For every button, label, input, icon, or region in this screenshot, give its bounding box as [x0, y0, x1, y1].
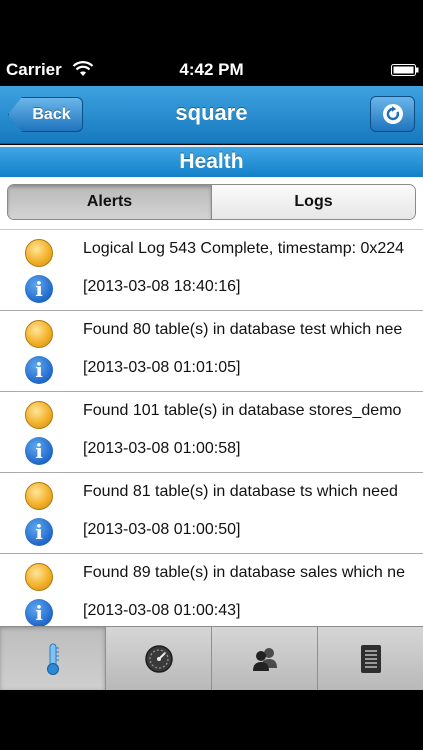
info-icon: i [25, 599, 53, 626]
users-icon [252, 647, 277, 671]
thermometer-icon [46, 643, 59, 675]
log-message: Found 80 table(s) in database test which… [83, 321, 403, 338]
log-timestamp: [2013-03-08 01:00:58] [83, 440, 241, 457]
navigation-bar: Back square [0, 86, 423, 144]
battery-icon [391, 64, 419, 76]
warning-dot-icon [25, 563, 53, 591]
clock: 4:42 PM [179, 60, 244, 79]
log-message: Logical Log 543 Complete, timestamp: 0x2… [83, 240, 405, 257]
log-message: Found 81 table(s) in database ts which n… [83, 483, 398, 500]
gauge-icon [144, 644, 173, 673]
screen-bezel-bottom [0, 690, 423, 750]
tab-users[interactable] [212, 627, 318, 690]
section-title: Health [179, 150, 244, 173]
info-icon: i [25, 518, 53, 546]
segment-logs[interactable]: Logs [212, 185, 415, 219]
status-bar: Carrier 4:42 PM [0, 0, 423, 86]
log-timestamp: [2013-03-08 01:01:05] [83, 359, 241, 376]
segment-alerts-label: Alerts [86, 193, 133, 210]
list-item[interactable]: i Found 101 table(s) in database stores_… [0, 392, 423, 473]
warning-dot-icon [25, 482, 53, 510]
info-icon: i [25, 275, 53, 303]
tab-health[interactable] [0, 627, 106, 690]
log-timestamp: [2013-03-08 01:00:43] [83, 602, 241, 619]
list-item[interactable]: i Logical Log 543 Complete, timestamp: 0… [0, 230, 423, 311]
refresh-button[interactable] [370, 96, 415, 132]
segment-logs-label: Logs [294, 193, 333, 210]
segment-alerts[interactable]: Alerts [8, 185, 212, 219]
warning-dot-icon [25, 239, 53, 267]
log-message: Found 89 table(s) in database sales whic… [83, 564, 405, 581]
warning-dot-icon [25, 320, 53, 348]
segment-area: Alerts Logs [0, 177, 423, 229]
log-list[interactable]: i Logical Log 543 Complete, timestamp: 0… [0, 229, 423, 626]
list-item[interactable]: i Found 89 table(s) in database sales wh… [0, 554, 423, 626]
refresh-icon [382, 104, 403, 124]
log-timestamp: [2013-03-08 01:00:50] [83, 521, 241, 538]
list-item[interactable]: i Found 81 table(s) in database ts which… [0, 473, 423, 554]
warning-dot-icon [25, 401, 53, 429]
tab-performance[interactable] [106, 627, 212, 690]
log-timestamp: [2013-03-08 18:40:16] [83, 278, 241, 295]
tab-reports[interactable] [318, 627, 423, 690]
section-header: Health [0, 145, 423, 177]
tab-bar [0, 626, 423, 690]
document-icon [360, 644, 381, 673]
log-message: Found 101 table(s) in database stores_de… [83, 402, 402, 419]
list-item[interactable]: i Found 80 table(s) in database test whi… [0, 311, 423, 392]
info-icon: i [25, 356, 53, 384]
info-icon: i [25, 437, 53, 465]
nav-title: square [175, 100, 248, 125]
segmented-control: Alerts Logs [7, 184, 416, 220]
